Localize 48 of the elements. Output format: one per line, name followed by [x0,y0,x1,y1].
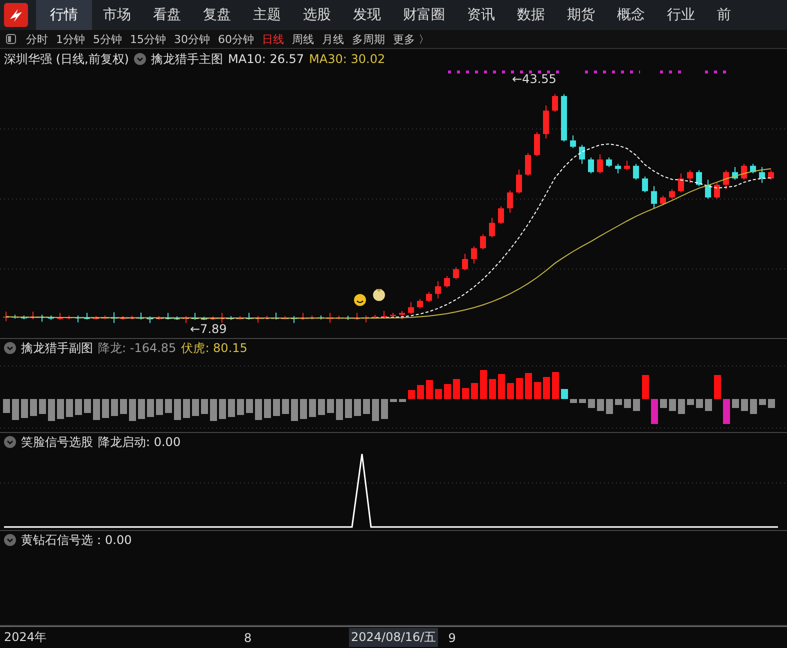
axis-label: 8 [244,630,253,644]
period-tab[interactable]: 更多 〉 [389,32,434,46]
panel-toggle-icon[interactable] [6,34,16,44]
stock-title: 深圳华强 (日线,前复权) [4,50,129,68]
collapse-icon[interactable] [134,53,146,65]
collapse-icon[interactable] [4,436,16,448]
nav-tab[interactable]: 主题 [242,0,292,30]
nav-tab[interactable]: 行情 [36,0,92,30]
collapse-icon[interactable] [4,534,16,546]
indicator-name: 擒龙猎手主图 [151,50,223,68]
nav-tab[interactable]: 看盘 [142,0,192,30]
smiley-icon [354,294,366,306]
nav-tab[interactable]: 概念 [606,0,656,30]
collapse-icon[interactable] [4,342,16,354]
nav-tab[interactable]: 资讯 [456,0,506,30]
low-price-label: ←7.89 [190,322,227,336]
logo-icon [4,3,28,27]
ma30-value: MA30: 30.02 [309,52,386,66]
indicator-value: 降龙: -164.85 [98,340,176,356]
axis-label: 2024年 [4,629,48,646]
indicator-name: 笑脸信号选股 [21,434,93,450]
nav-tab[interactable]: 选股 [292,0,342,30]
indicator-value: 降龙启动: 0.00 [98,434,181,450]
nav-tab[interactable]: 行业 [656,0,706,30]
nav-tab[interactable]: 期货 [556,0,606,30]
period-tab[interactable]: 5分钟 [89,32,126,46]
period-tab[interactable]: 多周期 [348,32,389,46]
nav-tab[interactable]: 复盘 [192,0,242,30]
indicator-name: 黄钻石信号选：0.00 [21,532,132,548]
nav-tab[interactable]: 财富圈 [392,0,456,30]
period-tab[interactable]: 1分钟 [52,32,89,46]
period-tab[interactable]: 日线 [258,32,288,46]
period-tab[interactable]: 周线 [288,32,318,46]
ma10-value: MA10: 26.57 [228,52,304,66]
nav-tab[interactable]: 前 [706,0,742,30]
nav-tab[interactable]: 数据 [506,0,556,30]
period-tab[interactable]: 30分钟 [170,32,214,46]
axis-label: 9 [448,630,456,644]
period-tab[interactable]: 分时 [22,32,52,46]
cursor-date: 2024/08/16/五 [349,628,438,647]
indicator-name: 擒龙猎手副图 [21,340,93,356]
period-tab[interactable]: 15分钟 [126,32,170,46]
indicator-value: 伏虎: 80.15 [181,340,248,356]
period-tab[interactable]: 60分钟 [214,32,258,46]
period-tab[interactable]: 月线 [318,32,348,46]
nav-tab[interactable]: 发现 [342,0,392,30]
high-price-label: ←43.55 [512,72,556,86]
nav-tab[interactable]: 市场 [92,0,142,30]
